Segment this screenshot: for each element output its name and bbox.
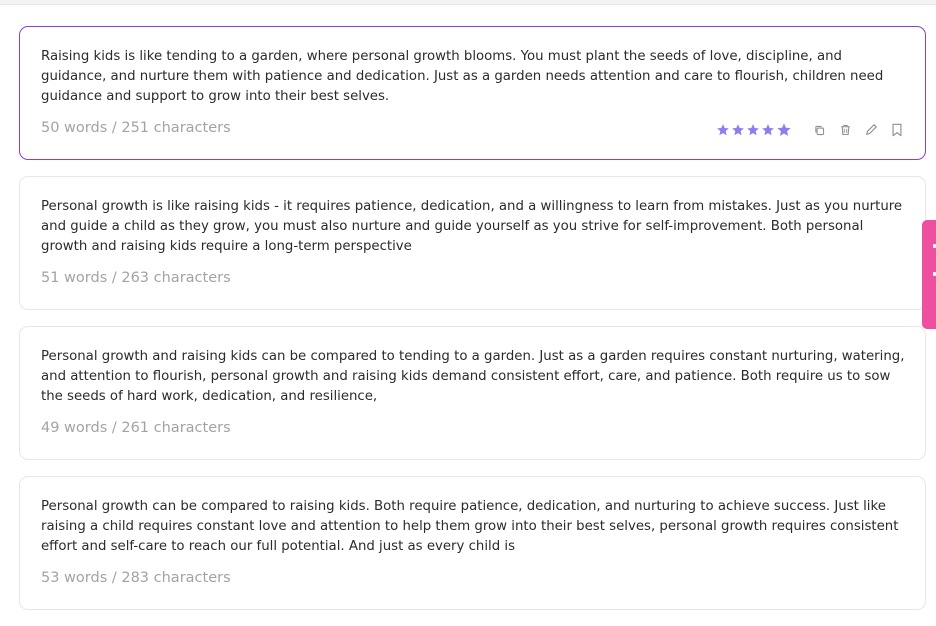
result-card[interactable]: Personal growth is like raising kids - i…: [19, 176, 926, 310]
star-icon[interactable]: [746, 123, 760, 137]
pencil-icon[interactable]: [863, 122, 879, 138]
top-toolbar-edge: [0, 0, 936, 5]
bookmark-icon[interactable]: [889, 122, 905, 138]
result-word-count: 50 words / 251 characters: [41, 120, 231, 136]
result-text: Personal growth is like raising kids - i…: [41, 199, 903, 254]
results-list: Raising kids is like tending to a garden…: [19, 26, 926, 626]
result-text: Personal growth and raising kids can be …: [41, 349, 905, 404]
result-word-count: 53 words / 283 characters: [41, 570, 231, 586]
result-text: Personal growth can be compared to raisi…: [41, 499, 899, 554]
star-icon[interactable]: [776, 122, 792, 138]
trash-icon[interactable]: [837, 122, 853, 138]
result-card[interactable]: Personal growth can be compared to raisi…: [19, 476, 926, 610]
result-word-count: 51 words / 263 characters: [41, 270, 231, 286]
star-icon[interactable]: [731, 123, 745, 137]
result-actions: [716, 120, 905, 140]
copy-icon[interactable]: [811, 122, 827, 138]
result-word-count: 49 words / 261 characters: [41, 420, 231, 436]
result-card[interactable]: Raising kids is like tending to a garden…: [19, 26, 926, 160]
star-icon[interactable]: [716, 123, 730, 137]
feedback-side-tab[interactable]: [922, 220, 936, 329]
star-icon[interactable]: [761, 123, 775, 137]
rating-stars[interactable]: [716, 122, 793, 138]
result-text: Raising kids is like tending to a garden…: [41, 49, 884, 104]
result-card[interactable]: Personal growth and raising kids can be …: [19, 326, 926, 460]
